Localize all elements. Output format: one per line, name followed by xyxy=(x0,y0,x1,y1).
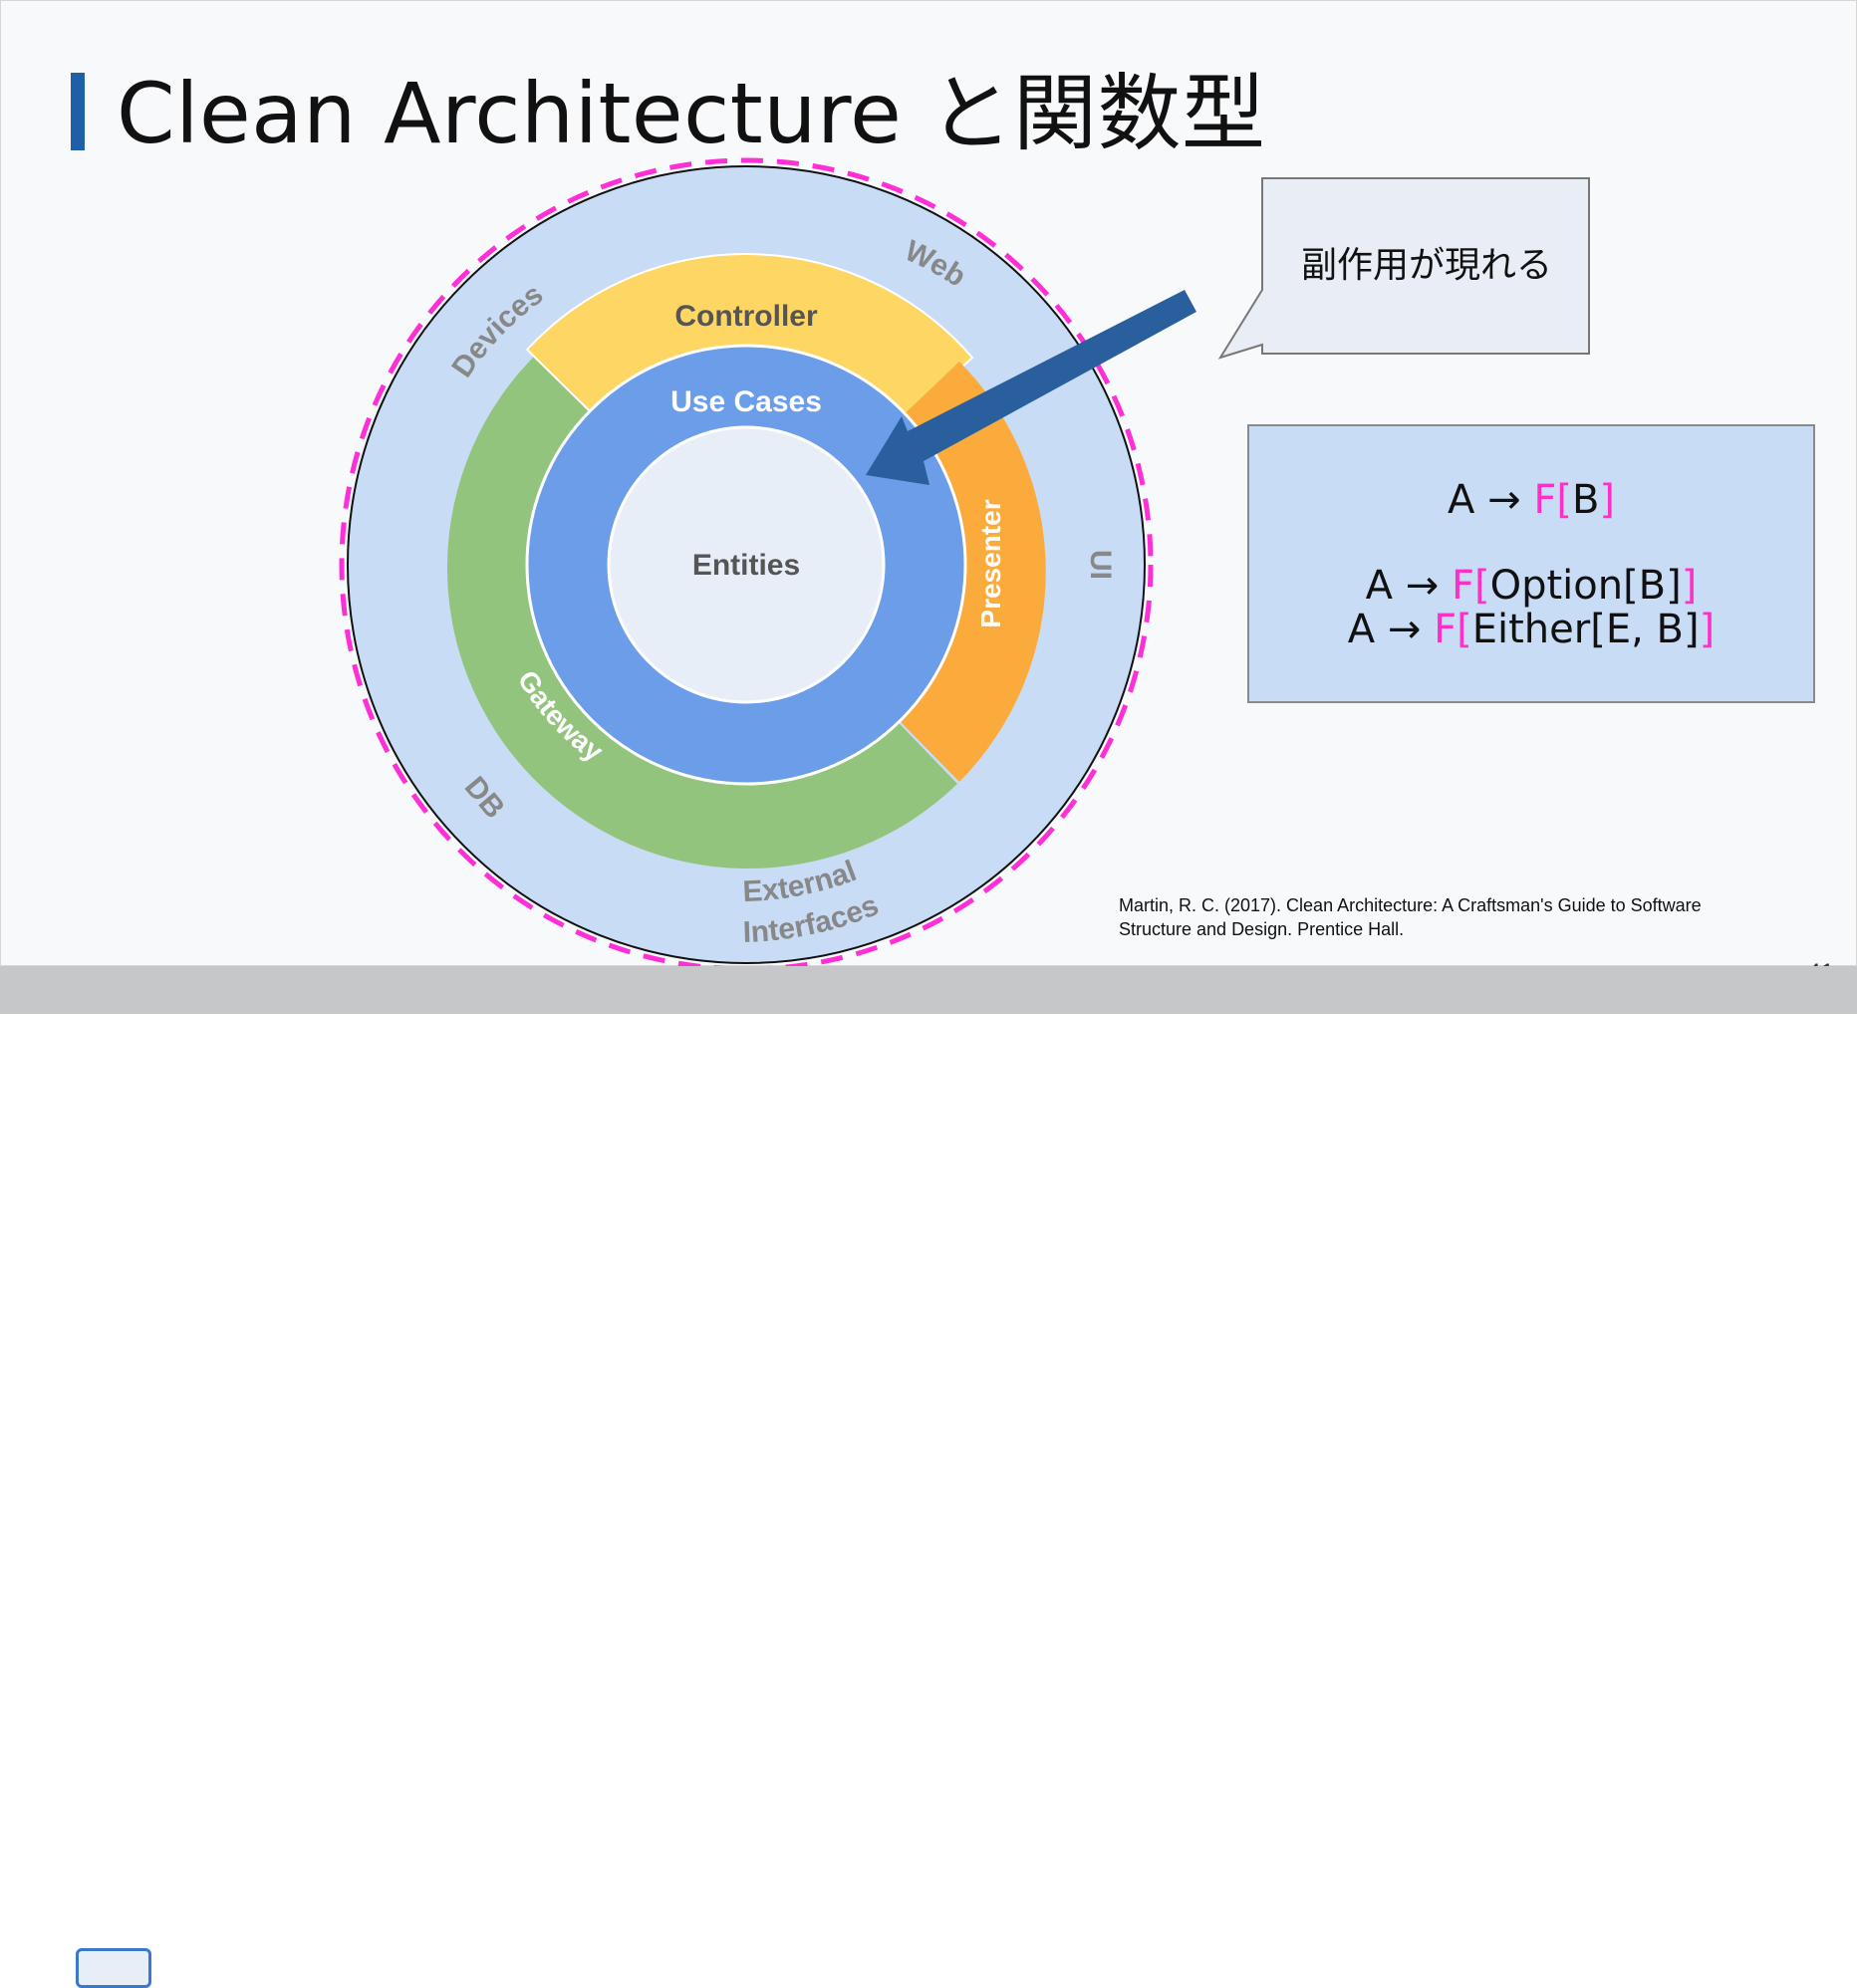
formula-line-1: A → F[B] xyxy=(1448,477,1615,523)
label-presenter: Presenter xyxy=(975,499,1006,627)
label-controller: Controller xyxy=(674,300,818,333)
callout-text: 副作用が現れる xyxy=(1300,245,1552,286)
formula-box: A → F[B] A → F[Option[B]] A → F[Either[E… xyxy=(1247,424,1815,703)
formula-line-2: A → F[Option[B]] xyxy=(1365,563,1698,609)
slide: Clean Architecture と関数型 Entities Use Cas… xyxy=(0,0,1857,986)
formula-line-3: A → F[Either[E, B]] xyxy=(1347,607,1716,652)
share-icon[interactable] xyxy=(1729,1954,1769,1980)
label-ui: UI xyxy=(1084,550,1117,580)
slide-thumbnail-button[interactable] xyxy=(76,1948,151,1988)
fullscreen-icon[interactable] xyxy=(1789,1954,1839,1980)
label-entities: Entities xyxy=(692,549,800,582)
presentation-toolbar xyxy=(0,966,1857,1988)
label-use-cases: Use Cases xyxy=(670,385,822,418)
citation: Martin, R. C. (2017). Clean Architecture… xyxy=(1119,895,1702,939)
